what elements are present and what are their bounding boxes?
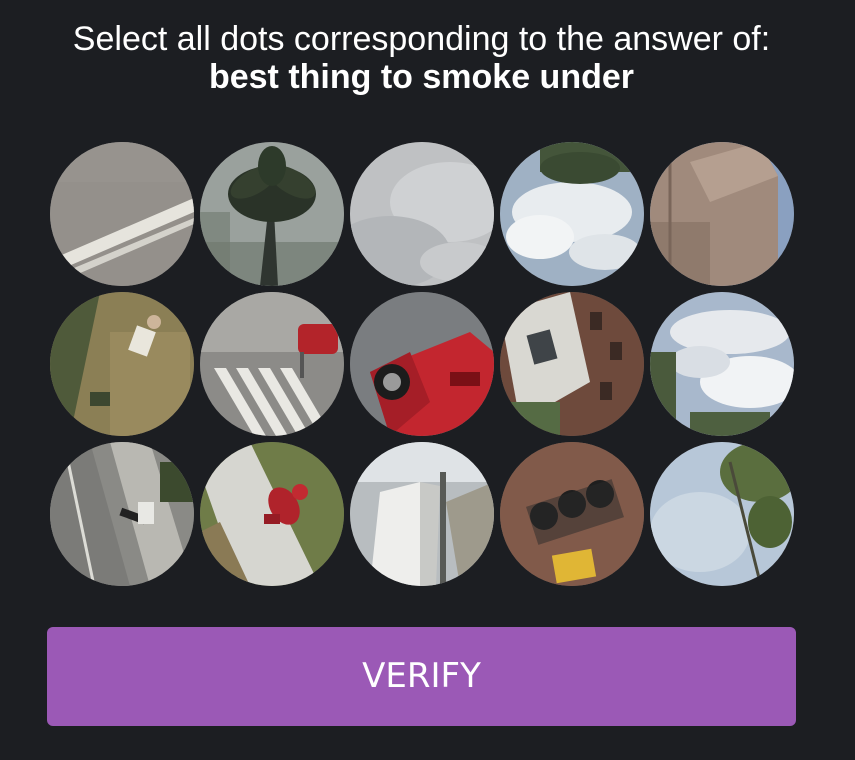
building-wall-image [650, 142, 794, 286]
dot-traffic-light[interactable] [500, 442, 644, 586]
dot-red-car[interactable] [350, 292, 494, 436]
dot-overcast-sky[interactable] [350, 142, 494, 286]
tree-and-sky-image [650, 442, 794, 586]
traffic-light-image [500, 442, 644, 586]
overcast-sky-image [350, 142, 494, 286]
dot-tree-and-sky[interactable] [650, 442, 794, 586]
dot-palm-tree[interactable] [200, 142, 344, 286]
person-on-sidewalk-image [50, 442, 194, 586]
prompt-query: best thing to smoke under [208, 58, 635, 96]
verify-button[interactable]: VERIFY [47, 627, 796, 726]
red-car-image [350, 292, 494, 436]
dot-parked-car[interactable] [350, 442, 494, 586]
dot-fire-hydrant[interactable] [200, 442, 344, 586]
sky-with-foliage-image [500, 142, 644, 286]
image-dot-grid [50, 142, 795, 586]
captcha-challenge: Select all dots corresponding to the ans… [0, 0, 855, 760]
parked-car-image [350, 442, 494, 586]
road-lines-image [50, 142, 194, 286]
dot-building-wall[interactable] [650, 142, 794, 286]
brick-building-image [500, 292, 644, 436]
challenge-prompt: Select all dots corresponding to the ans… [0, 20, 843, 96]
dot-person-on-sidewalk[interactable] [50, 442, 194, 586]
crosswalk-red-car-image [200, 292, 344, 436]
dot-person-on-grass[interactable] [50, 292, 194, 436]
dot-sky-with-foliage[interactable] [500, 142, 644, 286]
dot-crosswalk-red-car[interactable] [200, 292, 344, 436]
dot-brick-building[interactable] [500, 292, 644, 436]
fire-hydrant-image [200, 442, 344, 586]
dot-road-lines[interactable] [50, 142, 194, 286]
prompt-instruction: Select all dots corresponding to the ans… [72, 20, 771, 58]
person-on-grass-image [50, 292, 194, 436]
cloudy-sky-image [650, 292, 794, 436]
dot-cloudy-sky[interactable] [650, 292, 794, 436]
palm-tree-image [200, 142, 344, 286]
